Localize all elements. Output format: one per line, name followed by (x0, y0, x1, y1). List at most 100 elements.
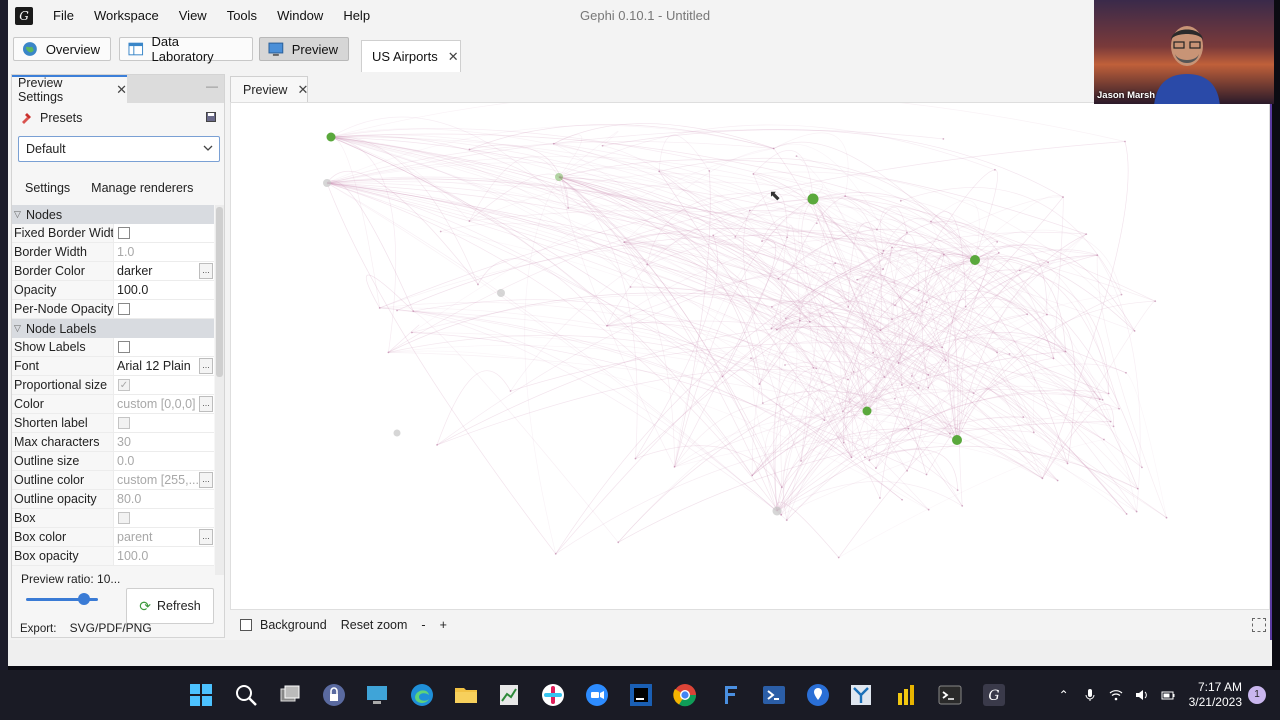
graph-hub-node[interactable] (952, 435, 962, 445)
menu-window[interactable]: Window (267, 0, 333, 32)
data-laboratory-button[interactable]: Data Laboratory (119, 34, 253, 64)
minimize-icon[interactable]: — (206, 79, 218, 93)
graph-hub-node[interactable] (772, 506, 782, 516)
project-tab-us-airports[interactable]: US Airports ✕ (361, 40, 461, 72)
preview-button[interactable]: Preview (259, 37, 349, 61)
graph-hub-node[interactable] (807, 193, 819, 205)
taskbar-clock[interactable]: 7:17 AM 3/21/2023 (1189, 680, 1242, 710)
font-app-icon[interactable] (718, 683, 742, 707)
property-row[interactable]: Proportional size (12, 376, 214, 395)
property-row[interactable]: Border Color darker... (12, 262, 214, 281)
category-node-labels[interactable]: ▽ Node Labels (12, 319, 214, 338)
property-row[interactable]: Color custom [0,0,0]... (12, 395, 214, 414)
property-row[interactable]: Border Width 1.0 (12, 243, 214, 262)
preview-canvas[interactable]: ⬉ (230, 102, 1270, 610)
ellipsis-button[interactable]: ... (199, 472, 213, 488)
webstorm-icon[interactable] (629, 683, 653, 707)
property-checkbox[interactable] (118, 303, 130, 315)
maps-pin-icon[interactable] (806, 683, 830, 707)
property-row[interactable]: Outline color custom [255,...... (12, 471, 214, 490)
slack-icon[interactable] (541, 683, 565, 707)
property-checkbox-cell[interactable] (114, 300, 214, 318)
property-scrollbar[interactable] (215, 205, 224, 575)
save-preset-icon[interactable] (206, 112, 216, 122)
diagram-app-icon[interactable] (849, 683, 873, 707)
export-formats-link[interactable]: SVG/PDF/PNG (70, 621, 152, 635)
notification-badge[interactable]: 1 (1248, 686, 1266, 704)
ellipsis-button[interactable]: ... (199, 529, 213, 545)
tab-manage-renderers[interactable]: Manage renderers (78, 181, 201, 195)
property-row[interactable]: Box opacity 100.0 (12, 547, 214, 566)
preset-dropdown[interactable]: Default (18, 136, 220, 162)
menu-file[interactable]: File (43, 0, 84, 32)
graph-hub-node[interactable] (326, 132, 336, 142)
menu-tools[interactable]: Tools (217, 0, 267, 32)
gephi-taskbar-icon[interactable]: G (982, 683, 1006, 707)
fullscreen-icon[interactable] (1252, 618, 1266, 632)
lock-app-icon[interactable] (322, 683, 346, 707)
ellipsis-button[interactable]: ... (199, 263, 213, 279)
overview-button[interactable]: Overview (13, 37, 111, 61)
property-row[interactable]: Fixed Border Width (12, 224, 214, 243)
preview-tab[interactable]: Preview ✕ (230, 76, 308, 102)
preview-ratio-slider[interactable] (26, 592, 98, 606)
property-row[interactable]: Per-Node Opacity (12, 300, 214, 319)
property-checkbox-cell[interactable] (114, 338, 214, 356)
property-row[interactable]: Opacity 100.0 (12, 281, 214, 300)
wifi-icon[interactable] (1109, 688, 1123, 702)
graph-hub-node[interactable] (497, 289, 505, 297)
start-windows-icon[interactable] (189, 683, 213, 707)
property-value[interactable]: Arial 12 Plain... (114, 357, 214, 375)
graph-hub-node[interactable] (393, 429, 401, 437)
property-checkbox[interactable] (118, 227, 130, 239)
graph-hub-node[interactable] (970, 255, 980, 265)
graph-hub-node[interactable] (323, 179, 331, 187)
refresh-button[interactable]: ⟳ Refresh (126, 588, 214, 624)
task-view-icon[interactable] (278, 683, 302, 707)
property-row[interactable]: Font Arial 12 Plain... (12, 357, 214, 376)
property-row[interactable]: Shorten label (12, 414, 214, 433)
zoom-in-button[interactable]: + (440, 618, 447, 632)
category-nodes[interactable]: ▽ Nodes (12, 205, 214, 224)
spreadsheet-app-icon[interactable] (497, 683, 521, 707)
property-checkbox[interactable] (118, 341, 130, 353)
ellipsis-button[interactable]: ... (199, 396, 213, 412)
zoom-out-button[interactable]: - (421, 618, 425, 632)
property-value[interactable]: 100.0 (114, 281, 214, 299)
property-value[interactable]: darker... (114, 262, 214, 280)
volume-icon[interactable] (1135, 688, 1149, 702)
terminal-icon[interactable] (938, 683, 962, 707)
reset-zoom-button[interactable]: Reset zoom (341, 618, 408, 632)
network-graph[interactable] (231, 103, 1270, 610)
property-row[interactable]: Outline opacity 80.0 (12, 490, 214, 509)
property-row[interactable]: Max characters 30 (12, 433, 214, 452)
microphone-icon[interactable] (1083, 688, 1097, 702)
close-icon[interactable]: ✕ (448, 49, 459, 65)
property-checkbox-cell[interactable] (114, 224, 214, 242)
powershell-icon[interactable] (762, 683, 786, 707)
ellipsis-button[interactable]: ... (199, 358, 213, 374)
file-explorer-icon[interactable] (454, 683, 478, 707)
graph-hub-node[interactable] (555, 173, 563, 181)
chrome-icon[interactable] (673, 683, 697, 707)
battery-icon[interactable] (1161, 688, 1175, 702)
slider-knob[interactable] (77, 593, 90, 605)
zoom-icon[interactable] (585, 683, 609, 707)
property-row[interactable]: Box (12, 509, 214, 528)
menu-workspace[interactable]: Workspace (84, 0, 169, 32)
background-checkbox[interactable] (240, 619, 252, 631)
chevron-up-icon[interactable]: ⌃ (1057, 688, 1071, 702)
graph-hub-node[interactable] (862, 406, 872, 416)
property-row[interactable]: Outline size 0.0 (12, 452, 214, 471)
menu-view[interactable]: View (169, 0, 217, 32)
close-icon[interactable]: ✕ (116, 82, 127, 98)
search-icon[interactable] (234, 683, 258, 707)
preview-settings-tab[interactable]: Preview Settings ✕ (12, 75, 127, 104)
menu-help[interactable]: Help (333, 0, 380, 32)
edge-browser-icon[interactable] (410, 683, 434, 707)
scrollbar-thumb[interactable] (216, 207, 223, 377)
remote-desktop-icon[interactable] (365, 683, 389, 707)
property-row[interactable]: Show Labels (12, 338, 214, 357)
power-bi-icon[interactable] (894, 683, 918, 707)
close-icon[interactable]: ✕ (297, 82, 308, 98)
